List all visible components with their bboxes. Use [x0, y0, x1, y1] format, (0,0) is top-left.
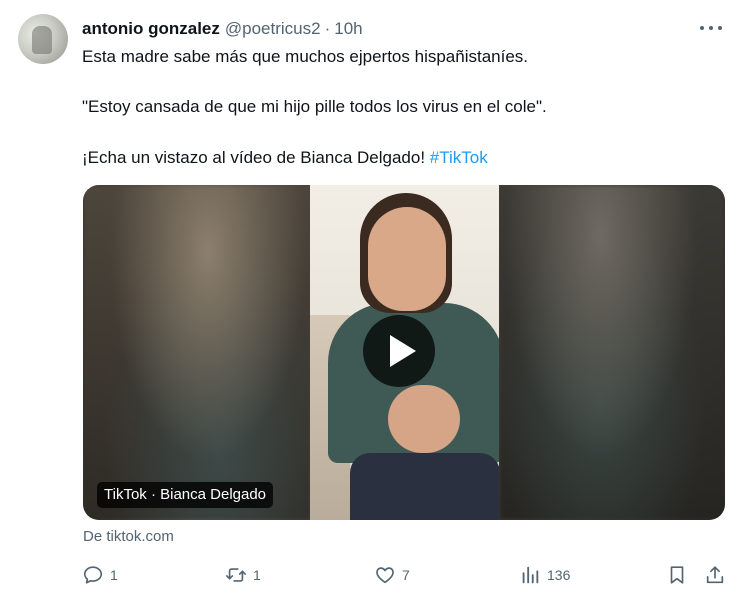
tweet-text-line-3: ¡Echa un vistazo al vídeo de Bianca Delg… — [82, 146, 488, 170]
video-blur-background-left — [83, 185, 311, 520]
retweet-button[interactable]: 1 — [225, 560, 261, 590]
hashtag-link[interactable]: #TikTok — [430, 148, 488, 167]
thumbnail-person-hand — [388, 385, 460, 453]
action-bar: 1 1 7 136 — [82, 560, 730, 590]
avatar[interactable] — [18, 14, 68, 64]
play-icon — [389, 335, 416, 367]
views-button[interactable]: 136 — [519, 560, 570, 590]
thumbnail-person-face — [368, 207, 446, 311]
tweet-header: antonio gonzalez @poetricus2 · 10h — [82, 17, 363, 41]
reply-count: 1 — [110, 567, 118, 583]
avatar-figure — [32, 26, 52, 54]
views-count: 136 — [547, 567, 571, 583]
video-source-label: TikTok · Bianca Delgado — [97, 482, 274, 508]
timestamp[interactable]: 10h — [334, 19, 362, 39]
share-icon — [706, 566, 724, 584]
separator-dot: · — [324, 19, 331, 38]
retweet-count: 1 — [253, 567, 261, 583]
views-chart-icon — [522, 566, 539, 584]
retweet-icon — [226, 568, 246, 582]
bookmark-button[interactable] — [666, 560, 688, 590]
share-button[interactable] — [704, 560, 726, 590]
tweet-text-line-2: "Estoy cansada de que mi hijo pille todo… — [82, 97, 547, 116]
tweet-text-line-1: Esta madre sabe más que muchos ejpertos … — [82, 47, 529, 66]
play-button[interactable] — [363, 315, 435, 387]
reply-button[interactable]: 1 — [82, 560, 118, 590]
video-blur-background-right — [499, 185, 725, 520]
more-options-icon[interactable] — [700, 18, 722, 38]
like-button[interactable]: 7 — [374, 560, 410, 590]
bookmark-icon — [670, 566, 684, 584]
video-card[interactable]: TikTok · Bianca Delgado — [83, 185, 725, 520]
heart-icon — [376, 567, 394, 584]
author-name[interactable]: antonio gonzalez — [82, 19, 220, 39]
author-handle[interactable]: @poetricus2 — [225, 19, 321, 39]
tweet-text-line-3-body: ¡Echa un vistazo al vídeo de Bianca Delg… — [82, 148, 430, 167]
reply-icon — [83, 566, 103, 584]
like-count: 7 — [402, 567, 410, 583]
link-source[interactable]: De tiktok.com — [83, 528, 174, 545]
tweet-card[interactable]: antonio gonzalez @poetricus2 · 10h Esta … — [0, 0, 738, 596]
